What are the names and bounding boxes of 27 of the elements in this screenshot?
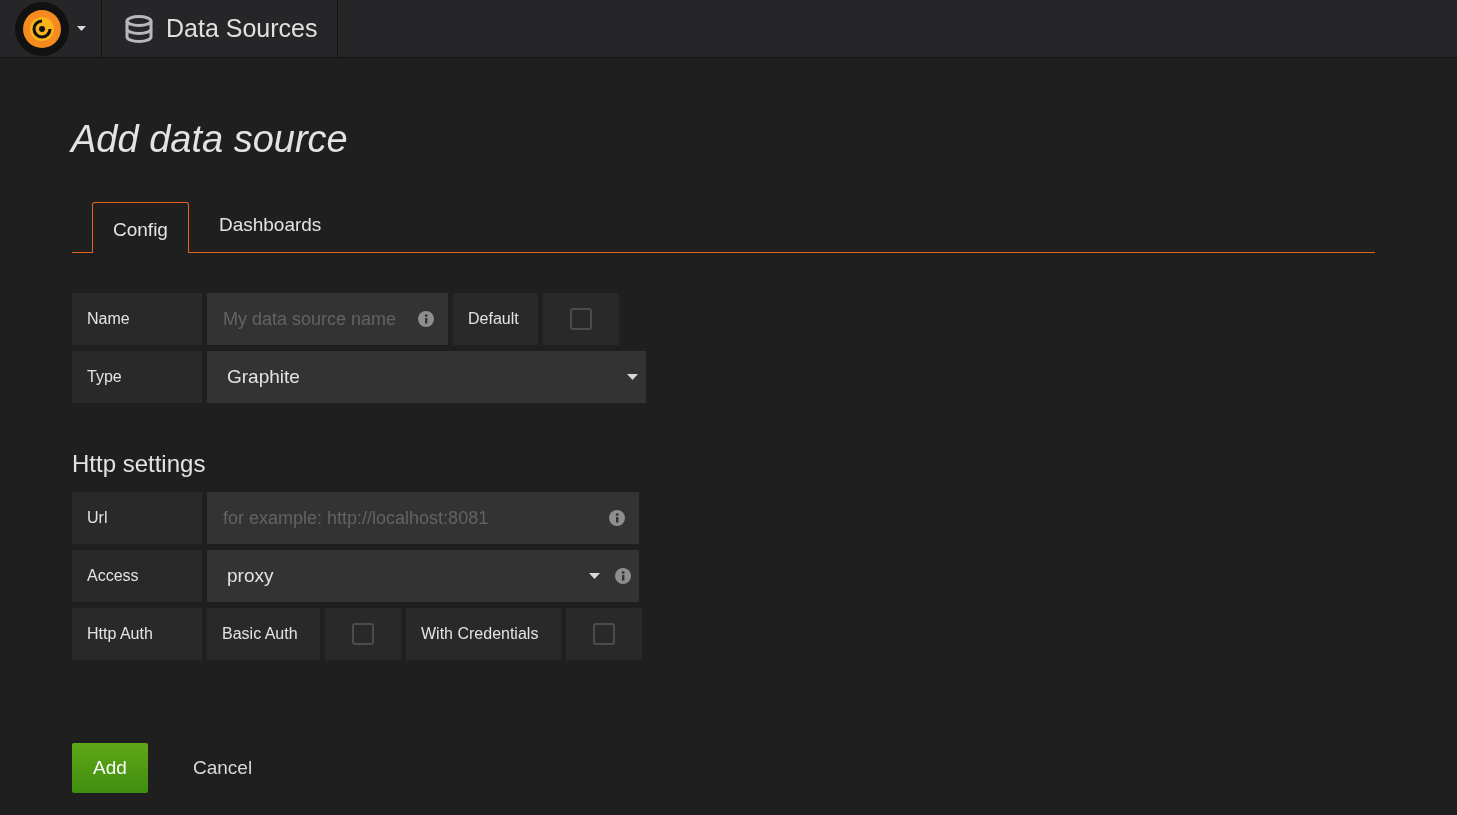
breadcrumb-link[interactable]: Data Sources xyxy=(102,0,339,57)
info-icon xyxy=(615,568,631,584)
select-dropdown[interactable]: Graphite xyxy=(207,351,646,403)
caret-icon xyxy=(589,573,600,579)
info-icon xyxy=(418,311,434,327)
field-label: Type xyxy=(72,351,202,403)
field-label: With Credentials xyxy=(406,608,561,660)
caret-icon xyxy=(627,374,638,380)
caret-icon xyxy=(77,26,86,31)
checkbox[interactable] xyxy=(352,623,374,645)
field-label: Default xyxy=(453,293,538,345)
field-label: Access xyxy=(72,550,202,602)
tab[interactable]: Dashboards xyxy=(188,202,352,252)
field-label: Http Auth xyxy=(72,608,202,660)
add-button[interactable]: Add xyxy=(72,743,148,793)
checkbox[interactable] xyxy=(593,623,615,645)
field-label: Name xyxy=(72,293,202,345)
tab[interactable]: Config xyxy=(92,202,189,253)
database-icon xyxy=(124,14,154,43)
info-icon xyxy=(609,510,625,526)
section-heading: Http settings xyxy=(72,449,207,479)
cancel-link[interactable]: Cancel xyxy=(193,753,253,783)
field-label: Url xyxy=(72,492,202,544)
select-dropdown[interactable]: proxy xyxy=(207,550,639,602)
field-label: Basic Auth xyxy=(207,608,320,660)
page-title: Add data source xyxy=(71,117,349,162)
checkbox[interactable] xyxy=(570,308,592,330)
